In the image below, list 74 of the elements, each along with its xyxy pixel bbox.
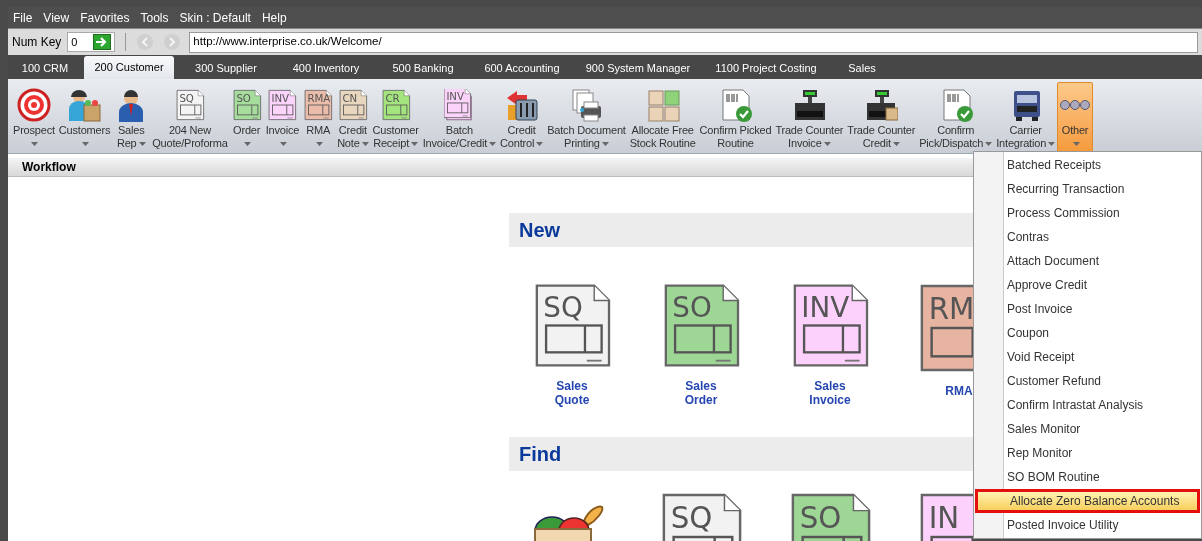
num-key-label: Num Key [12, 34, 62, 51]
document-icon: CN [337, 89, 368, 121]
menu-item[interactable]: File [12, 8, 34, 27]
document-icon: CR [380, 89, 411, 121]
tab[interactable]: 500 Banking [378, 58, 468, 79]
menu-item[interactable]: Process Commission [975, 201, 1201, 225]
cash-register-icon [864, 88, 899, 122]
ribbon-button[interactable]: Batch Document Printing [545, 82, 628, 152]
tile-label[interactable]: Sales Quote [554, 379, 590, 407]
ribbon-button[interactable]: SQ 204 New Quote/Proforma [150, 82, 230, 152]
menu-item[interactable]: Posted Invoice Utility [975, 513, 1201, 537]
tab[interactable]: 1100 Project Costing [704, 58, 828, 79]
ribbon-button[interactable]: Allocate Free Stock Routine [627, 82, 698, 152]
ribbon-button[interactable]: Other [1057, 82, 1094, 152]
menu-item[interactable]: Skin : Default [178, 8, 252, 27]
more-icon [1059, 99, 1092, 111]
ribbon-button[interactable]: Customers [56, 82, 113, 152]
printer-icon [569, 88, 604, 122]
ribbon-button[interactable]: Credit Control [498, 82, 546, 152]
ribbon-button[interactable]: INV Batch Invoice/Credit [420, 82, 499, 152]
ribbon-button[interactable]: RMA RMA [301, 82, 336, 152]
tile-label[interactable]: RMA [945, 384, 973, 398]
tab[interactable]: 100 CRM [10, 58, 80, 79]
menu-item[interactable]: Help [260, 8, 288, 27]
cash-register-icon [792, 88, 827, 122]
menu-item[interactable]: Confirm Intrastat Analysis [975, 393, 1201, 417]
menu-item[interactable]: SO BOM Routine [975, 465, 1201, 489]
menu-item[interactable]: Coupon [975, 321, 1201, 345]
document-icon: SQ [174, 89, 205, 121]
ribbon-button[interactable]: Confirm Pick/Dispatch [917, 82, 995, 152]
document-icon: RMA [303, 89, 334, 121]
ribbon-button[interactable]: Trade Counter Invoice [773, 82, 846, 152]
ribbon-button[interactable]: CN Credit Note [335, 82, 371, 152]
menu-item[interactable]: Allocate Zero Balance Accounts [975, 489, 1200, 513]
section-header: Find [509, 437, 973, 471]
num-key-field[interactable]: 0 [67, 32, 116, 52]
menu-item[interactable]: Sales Monitor [975, 417, 1201, 441]
tab[interactable]: 600 Accounting [472, 58, 572, 79]
menu-item[interactable]: Batched Receipts [975, 153, 1201, 177]
ribbon-button[interactable]: Carrier Integration [994, 82, 1058, 152]
ribbon-button[interactable]: Trade Counter Credit [845, 82, 918, 152]
grid-icon [645, 88, 680, 122]
section-header: New [509, 213, 973, 247]
menu-item[interactable]: Rep Monitor [975, 441, 1201, 465]
ribbon-button[interactable]: Confirm Picked Routine [697, 82, 774, 152]
ribbon-button[interactable]: CR Customer Receipt [370, 82, 421, 152]
target-icon [16, 88, 51, 122]
ribbon-button[interactable]: Sales Rep [112, 82, 151, 152]
tab[interactable]: 400 Inventory [278, 58, 374, 79]
tab[interactable]: 200 Customer [84, 56, 174, 79]
menu-item[interactable]: Approve Credit [975, 273, 1201, 297]
menu-item[interactable]: Favorites [79, 8, 131, 27]
ribbon-button[interactable]: Prospect [11, 82, 57, 152]
tile-label[interactable]: Sales Order [684, 379, 718, 407]
menu-item[interactable]: Post Invoice [975, 297, 1201, 321]
ribbon-button[interactable]: INV Invoice [263, 82, 302, 152]
person-with-bag-icon [67, 88, 102, 122]
url-field[interactable]: http://www.interprise.co.uk/Welcome/ [189, 31, 1198, 53]
tab[interactable]: 300 Supplier [178, 58, 274, 79]
tile-label[interactable]: Sales Invoice [809, 379, 851, 407]
menu-item[interactable]: Void Receipt [975, 345, 1201, 369]
document-icon: SO [231, 89, 262, 121]
tab[interactable]: Sales [832, 58, 892, 79]
menu-item[interactable]: Contras [975, 225, 1201, 249]
documents-icon: INV [444, 89, 475, 121]
document-icon: INV [267, 89, 298, 121]
menu-item[interactable]: Customer Refund [975, 369, 1201, 393]
menu-item[interactable]: Recurring Transaction [975, 177, 1201, 201]
panel-title: Workflow [8, 158, 973, 177]
tab[interactable]: 900 System Manager [576, 58, 700, 79]
menu-item[interactable]: View [42, 8, 71, 27]
menu-item[interactable]: Attach Document [975, 249, 1201, 273]
ribbon-button[interactable]: SO Order [229, 82, 264, 152]
menu-item[interactable]: Tools [139, 8, 170, 27]
